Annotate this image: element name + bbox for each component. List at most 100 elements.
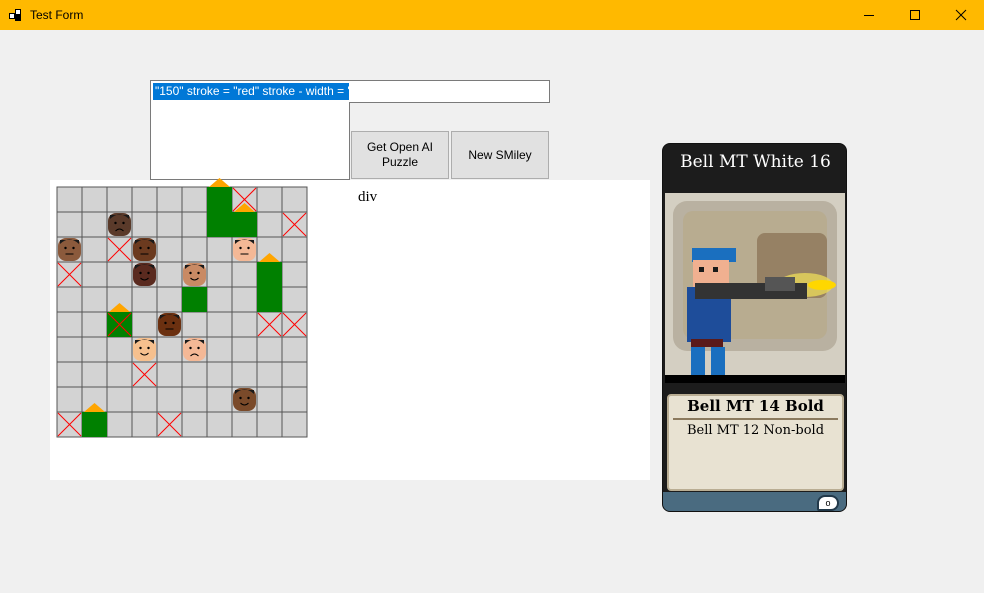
eye <box>189 346 192 350</box>
speech-bubble-icon: o <box>817 495 839 511</box>
board-cell <box>206 236 233 263</box>
board-cell <box>206 411 233 438</box>
green-block <box>82 412 107 437</box>
close-button[interactable] <box>938 0 984 30</box>
board-cell <box>156 286 183 313</box>
eye <box>239 246 242 250</box>
board-cell <box>181 186 208 213</box>
board-cell <box>281 236 308 263</box>
green-block <box>257 287 282 312</box>
board-cell <box>231 286 258 313</box>
card-title: Bell MT White 16 <box>680 152 831 172</box>
board-cell <box>81 361 108 388</box>
card-footer: o <box>663 492 846 511</box>
board-cell <box>106 386 133 413</box>
board-cell <box>206 261 233 288</box>
board-cell <box>81 311 108 338</box>
green-block <box>207 187 232 212</box>
board-cell <box>131 386 158 413</box>
roof-icon <box>209 178 230 187</box>
board-cell <box>231 361 258 388</box>
board-cell <box>181 386 208 413</box>
eye <box>114 221 117 225</box>
board-cell <box>231 411 258 438</box>
close-icon <box>955 9 967 21</box>
div-label: div <box>358 189 378 205</box>
card-name: Bell MT 14 Bold <box>687 397 824 415</box>
maximize-button[interactable] <box>892 0 938 30</box>
board-cell <box>206 361 233 388</box>
title-bar: Test Form <box>0 0 984 30</box>
eye <box>189 271 192 275</box>
get-open-ai-puzzle-button[interactable]: Get Open AI Puzzle <box>351 131 449 179</box>
eye <box>139 246 142 250</box>
maximize-icon <box>910 10 920 20</box>
board-cell <box>131 411 158 438</box>
board-cell <box>156 361 183 388</box>
board-cell <box>281 286 308 313</box>
board-cell <box>156 386 183 413</box>
board-cell <box>281 361 308 388</box>
board-cell <box>231 336 258 363</box>
board-cell <box>281 261 308 288</box>
window-title: Test Form <box>30 8 84 22</box>
board-cell <box>256 186 283 213</box>
board-cell <box>281 336 308 363</box>
minimize-icon <box>864 14 874 16</box>
board-cell <box>106 361 133 388</box>
board-cell <box>206 336 233 363</box>
board-cell <box>81 236 108 263</box>
board-cell <box>181 361 208 388</box>
board-cell <box>56 211 83 238</box>
card-body: Bell MT 14 Bold Bell MT 12 Non-bold <box>667 394 844 491</box>
eye <box>147 346 150 350</box>
board-cell <box>156 211 183 238</box>
board-cell <box>81 261 108 288</box>
board-cell <box>156 186 183 213</box>
board-cell <box>81 211 108 238</box>
board-cell <box>231 261 258 288</box>
green-block <box>207 212 232 237</box>
eye <box>64 246 67 250</box>
svg-text-box[interactable]: "150" stroke = "red" stroke - width = "2… <box>150 80 350 180</box>
board-cell <box>56 336 83 363</box>
card-art <box>665 193 845 383</box>
minimize-button[interactable] <box>846 0 892 30</box>
eye <box>147 246 150 250</box>
app-icon <box>9 9 22 21</box>
board-cell <box>256 411 283 438</box>
svg-text-box-overflow[interactable] <box>349 80 550 103</box>
board-cell <box>106 186 133 213</box>
selected-text: "150" stroke = "red" stroke - width = "2… <box>153 83 349 100</box>
eye <box>172 321 175 325</box>
green-block <box>182 287 207 312</box>
puzzle-board[interactable] <box>56 178 309 439</box>
board-cell <box>131 286 158 313</box>
card-divider <box>673 418 838 420</box>
board-cell <box>281 386 308 413</box>
board-cell <box>156 236 183 263</box>
board-cell <box>181 236 208 263</box>
board-cell <box>256 336 283 363</box>
soldier-illustration <box>665 193 845 383</box>
card-description: Bell MT 12 Non-bold <box>686 423 825 438</box>
eye <box>197 271 200 275</box>
board-cell <box>181 311 208 338</box>
new-smiley-button[interactable]: New SMiley <box>451 131 549 179</box>
eye <box>197 346 200 350</box>
board-cell <box>181 211 208 238</box>
board-cell <box>156 336 183 363</box>
eye <box>139 346 142 350</box>
board-cell <box>206 311 233 338</box>
eye <box>139 271 142 275</box>
board-cell <box>281 186 308 213</box>
board-cell <box>256 386 283 413</box>
green-block <box>257 262 282 287</box>
game-card[interactable]: Bell MT White 16 Bell MT 14 Bold Bell MT… <box>662 143 847 512</box>
board-cell <box>131 186 158 213</box>
eye <box>247 246 250 250</box>
board-cell <box>81 336 108 363</box>
green-block <box>232 212 257 237</box>
board-cell <box>56 386 83 413</box>
board-cell <box>56 311 83 338</box>
